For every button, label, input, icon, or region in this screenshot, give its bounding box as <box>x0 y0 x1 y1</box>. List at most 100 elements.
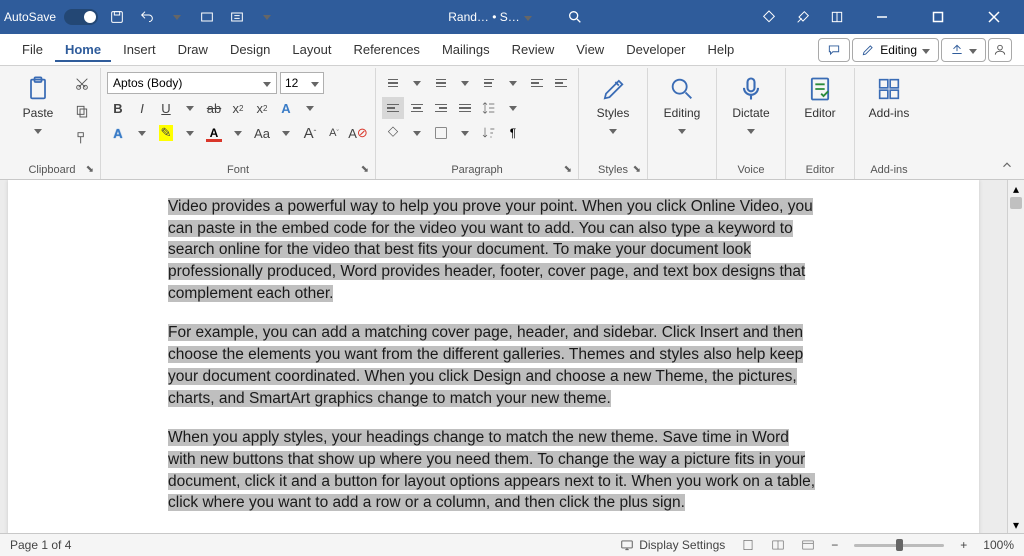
increase-indent-button[interactable] <box>550 72 572 94</box>
qat-icon2[interactable] <box>226 6 248 28</box>
sort-button[interactable] <box>478 122 500 144</box>
editor-button[interactable]: Editor <box>792 72 848 120</box>
text-effects-button[interactable]: A <box>275 97 297 119</box>
read-mode-view-icon[interactable] <box>771 538 785 552</box>
qat-customize-icon[interactable] <box>256 6 278 28</box>
tab-review[interactable]: Review <box>502 37 565 62</box>
tab-insert[interactable]: Insert <box>113 37 166 62</box>
minimize-button[interactable] <box>860 3 904 31</box>
dictate-button[interactable]: Dictate <box>723 72 779 137</box>
paste-button[interactable]: Paste <box>10 72 66 137</box>
shrink-font-button[interactable]: Aˇ <box>323 122 345 144</box>
copy-icon[interactable] <box>70 99 94 123</box>
line-spacing-button[interactable] <box>478 97 500 119</box>
tab-mailings[interactable]: Mailings <box>432 37 500 62</box>
scroll-thumb[interactable] <box>1010 197 1022 209</box>
print-layout-view-icon[interactable] <box>741 538 755 552</box>
undo-icon[interactable] <box>136 6 158 28</box>
borders-more[interactable] <box>454 122 476 144</box>
cut-icon[interactable] <box>70 72 94 96</box>
paintbrush-icon[interactable] <box>792 6 814 28</box>
clear-formatting-button[interactable]: A⊘ <box>347 122 369 144</box>
tab-home[interactable]: Home <box>55 37 111 62</box>
change-case-more[interactable] <box>275 122 297 144</box>
autosave-toggle[interactable] <box>64 9 98 25</box>
ribbon-display-icon[interactable] <box>826 6 848 28</box>
styles-button[interactable]: Styles <box>585 72 641 137</box>
save-icon[interactable] <box>106 6 128 28</box>
launcher-icon[interactable]: ⬊ <box>633 164 641 175</box>
strike-button[interactable]: ab <box>203 97 225 119</box>
multilevel-more[interactable] <box>502 72 524 94</box>
numbering-button[interactable] <box>430 72 452 94</box>
align-right-button[interactable] <box>430 97 452 119</box>
shading-button[interactable] <box>382 122 404 144</box>
tab-draw[interactable]: Draw <box>168 37 218 62</box>
tab-design[interactable]: Design <box>220 37 280 62</box>
scroll-down-icon[interactable]: ▾ <box>1008 516 1024 533</box>
tab-help[interactable]: Help <box>697 37 744 62</box>
text-effects-more[interactable] <box>299 97 321 119</box>
text-fill-more[interactable] <box>131 122 153 144</box>
addins-button[interactable]: Add-ins <box>861 72 917 120</box>
launcher-icon[interactable]: ⬊ <box>361 164 369 175</box>
tab-references[interactable]: References <box>343 37 429 62</box>
page-indicator[interactable]: Page 1 of 4 <box>10 538 71 552</box>
tab-developer[interactable]: Developer <box>616 37 695 62</box>
web-layout-view-icon[interactable] <box>801 538 815 552</box>
bold-button[interactable]: B <box>107 97 129 119</box>
undo-more-icon[interactable] <box>166 6 188 28</box>
superscript-button[interactable]: x2 <box>251 97 273 119</box>
editing-mode-button[interactable]: Editing <box>852 38 939 62</box>
editing-button[interactable]: Editing <box>654 72 710 137</box>
share-button[interactable] <box>941 38 986 62</box>
tab-view[interactable]: View <box>566 37 614 62</box>
bullets-button[interactable] <box>382 72 404 94</box>
text-fill-button[interactable]: A <box>107 122 129 144</box>
show-paragraph-marks-button[interactable]: ¶ <box>502 122 524 144</box>
launcher-icon[interactable]: ⬊ <box>564 164 572 175</box>
shading-more[interactable] <box>406 122 428 144</box>
document-title[interactable]: Rand… • S… <box>448 10 532 24</box>
zoom-level[interactable]: 100% <box>983 538 1014 552</box>
tab-layout[interactable]: Layout <box>282 37 341 62</box>
numbering-more[interactable] <box>454 72 476 94</box>
align-left-button[interactable] <box>382 97 404 119</box>
account-icon[interactable] <box>988 38 1012 62</box>
font-size-select[interactable]: 12 <box>280 72 324 94</box>
justify-button[interactable] <box>454 97 476 119</box>
change-case-button[interactable]: Aa <box>251 122 273 144</box>
tab-file[interactable]: File <box>12 37 53 62</box>
zoom-slider[interactable] <box>854 544 944 547</box>
close-button[interactable] <box>972 3 1016 31</box>
zoom-out-button[interactable]: − <box>831 538 838 552</box>
italic-button[interactable]: I <box>131 97 153 119</box>
format-painter-icon[interactable] <box>70 126 94 150</box>
zoom-in-button[interactable]: + <box>960 538 967 552</box>
multilevel-button[interactable] <box>478 72 500 94</box>
search-icon[interactable] <box>562 4 588 30</box>
highlight-button[interactable]: ✎ <box>155 122 177 144</box>
subscript-button[interactable]: x2 <box>227 97 249 119</box>
vertical-scrollbar[interactable]: ▴ ▾ <box>1007 180 1024 533</box>
bullets-more[interactable] <box>406 72 428 94</box>
line-spacing-more[interactable] <box>502 97 524 119</box>
display-settings-button[interactable]: Display Settings <box>620 538 725 552</box>
align-center-button[interactable] <box>406 97 428 119</box>
scroll-up-icon[interactable]: ▴ <box>1008 180 1024 197</box>
underline-more[interactable] <box>179 97 201 119</box>
diamond-icon[interactable] <box>758 6 780 28</box>
decrease-indent-button[interactable] <box>526 72 548 94</box>
highlight-more[interactable] <box>179 122 201 144</box>
maximize-button[interactable] <box>916 3 960 31</box>
comments-button[interactable] <box>818 38 850 62</box>
launcher-icon[interactable]: ⬊ <box>86 164 94 175</box>
font-color-more[interactable] <box>227 122 249 144</box>
page[interactable]: Video provides a powerful way to help yo… <box>8 180 979 533</box>
underline-button[interactable]: U <box>155 97 177 119</box>
font-name-select[interactable]: Aptos (Body) <box>107 72 277 94</box>
font-color-button[interactable]: A <box>203 122 225 144</box>
borders-button[interactable] <box>430 122 452 144</box>
collapse-ribbon-icon[interactable] <box>1000 158 1014 175</box>
grow-font-button[interactable]: Aˆ <box>299 122 321 144</box>
